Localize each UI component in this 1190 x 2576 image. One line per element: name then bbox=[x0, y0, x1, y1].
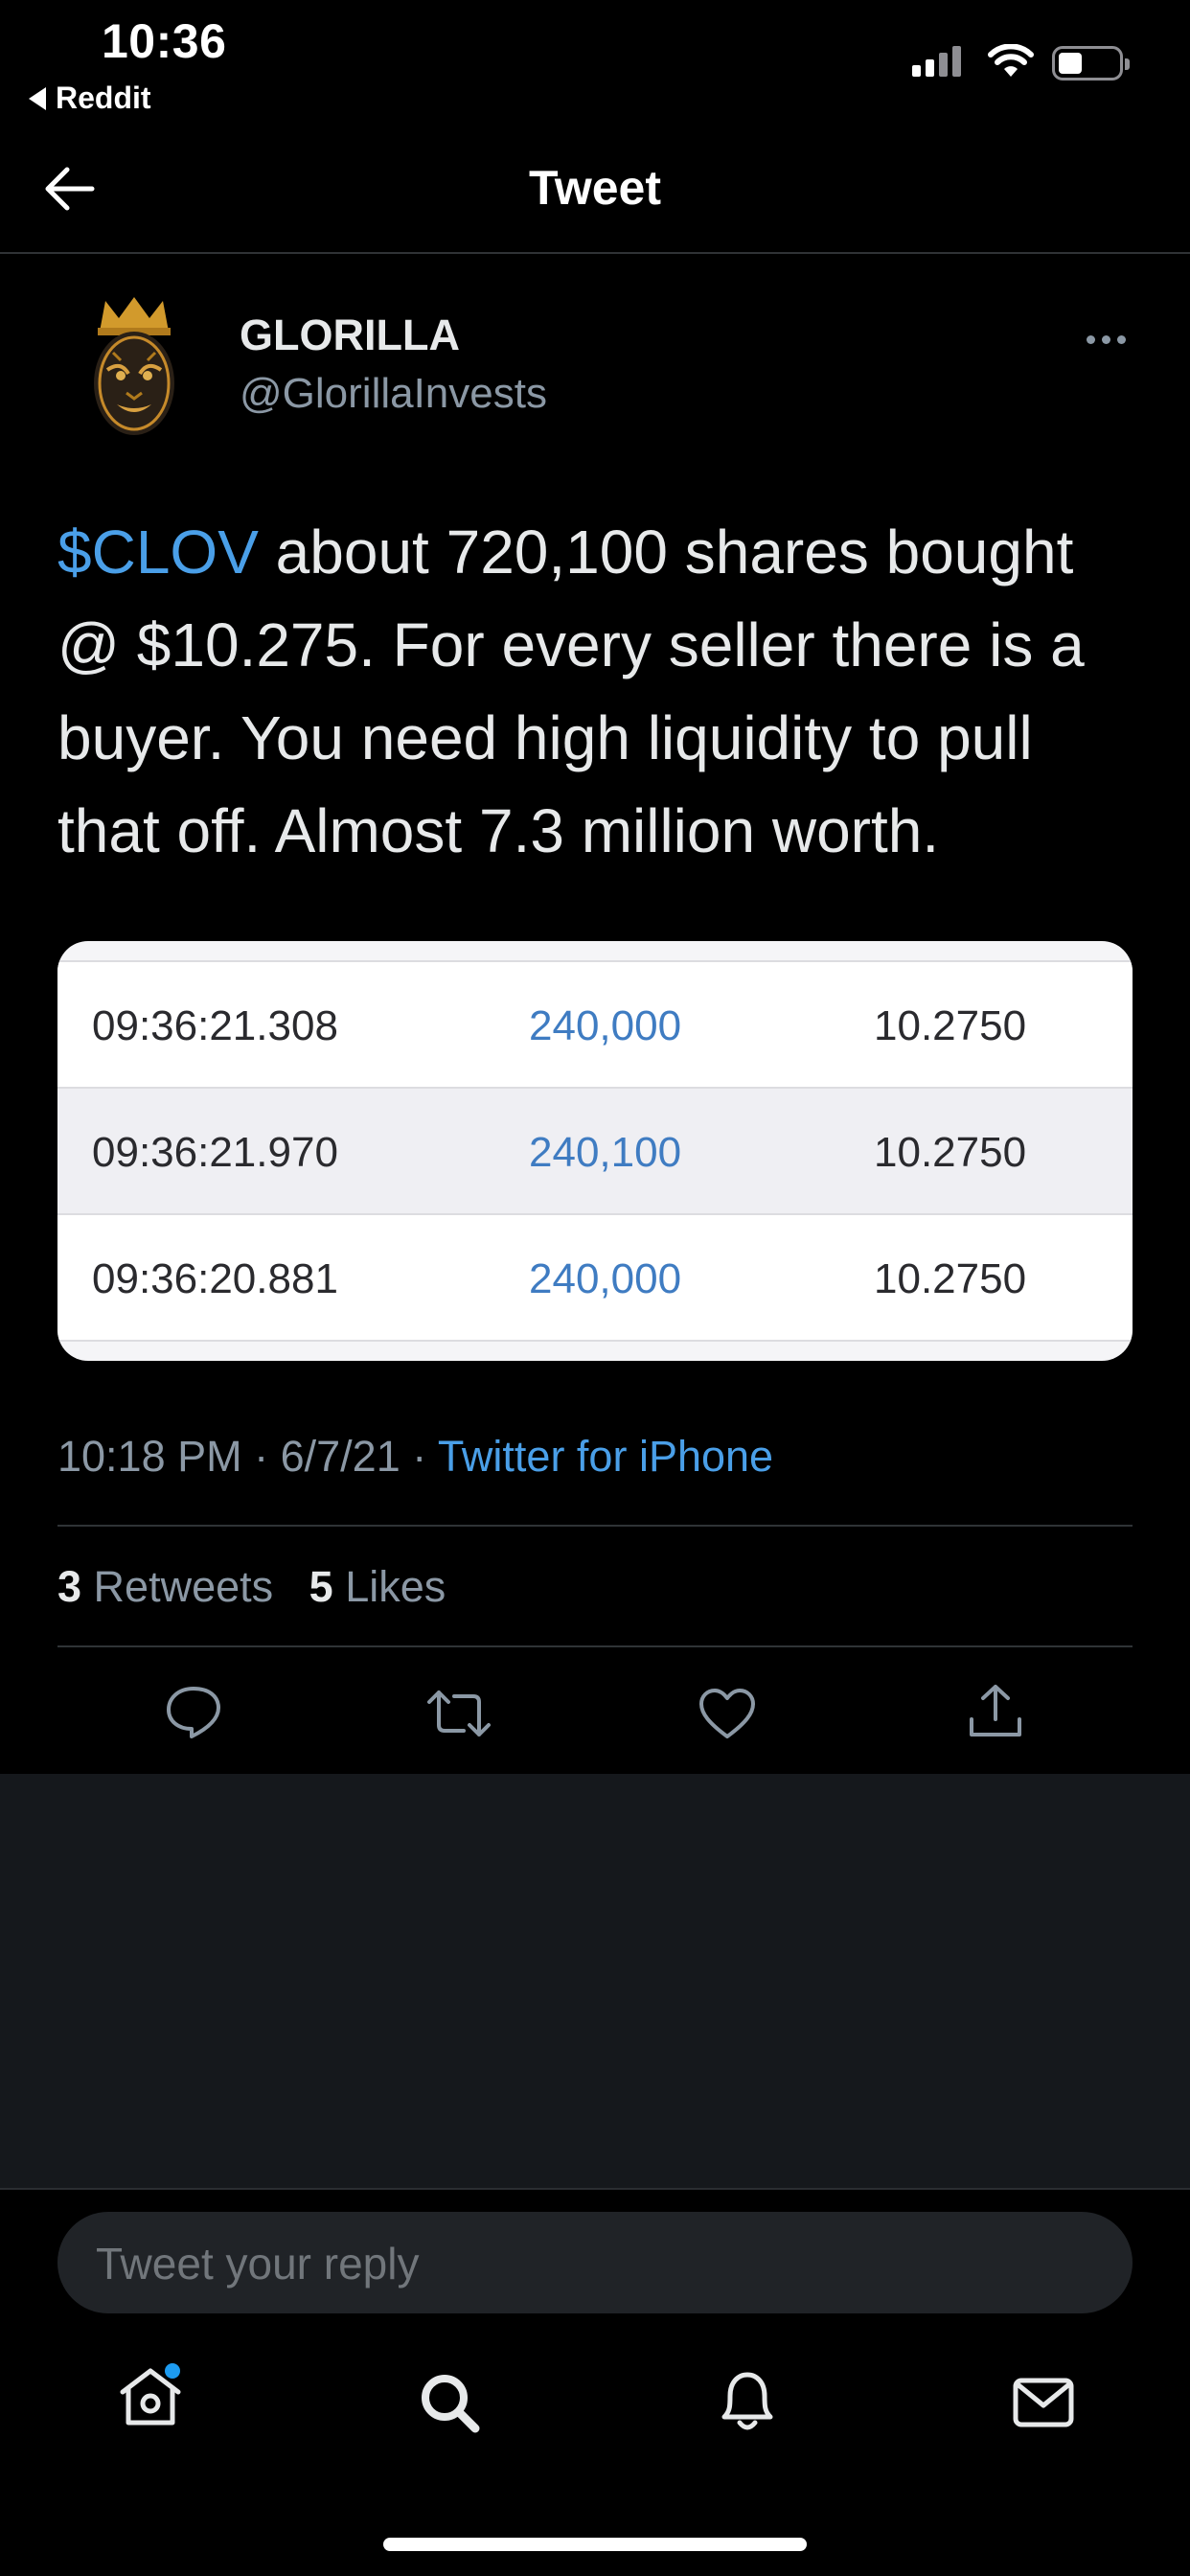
empty-replies-area bbox=[0, 1774, 1190, 2188]
like-icon[interactable] bbox=[698, 1687, 757, 1740]
reply-composer[interactable] bbox=[57, 2212, 1133, 2315]
more-options-icon[interactable] bbox=[1087, 335, 1126, 344]
trade-row: 09:36:21.970 240,100 10.2750 bbox=[57, 1089, 1133, 1213]
trade-shares: 240,000 bbox=[529, 1255, 682, 1302]
wifi-icon bbox=[988, 44, 1034, 77]
trade-price: 10.2750 bbox=[874, 1002, 1027, 1049]
trade-price: 10.2750 bbox=[874, 1129, 1027, 1176]
cashtag-link[interactable]: $CLOV bbox=[57, 518, 259, 586]
trade-row: 09:36:21.308 240,000 10.2750 bbox=[57, 962, 1133, 1087]
retweets-label: Retweets bbox=[93, 1562, 274, 1611]
search-icon[interactable] bbox=[418, 2371, 481, 2434]
retweets-count-link[interactable]: 3 Retweets bbox=[57, 1562, 273, 1611]
trade-time: 09:36:21.970 bbox=[92, 1129, 338, 1176]
retweet-icon[interactable] bbox=[425, 1687, 492, 1740]
tweet-timestamp: 10:18 PM · 6/7/21 · bbox=[57, 1432, 438, 1481]
messages-icon[interactable] bbox=[1012, 2377, 1075, 2428]
battery-icon bbox=[1052, 46, 1130, 80]
counts-divider bbox=[57, 1645, 1133, 1647]
likes-count-link[interactable]: 5 Likes bbox=[309, 1562, 446, 1611]
reply-divider bbox=[0, 2188, 1190, 2190]
back-app-label: Reddit bbox=[56, 80, 151, 115]
home-icon[interactable] bbox=[117, 2363, 184, 2430]
trade-price: 10.2750 bbox=[874, 1255, 1027, 1302]
meta-divider bbox=[57, 1525, 1133, 1527]
home-indicator[interactable] bbox=[383, 2538, 807, 2551]
status-time: 10:36 bbox=[102, 14, 227, 68]
notifications-icon[interactable] bbox=[717, 2367, 778, 2434]
trade-time: 09:36:20.881 bbox=[92, 1255, 338, 1302]
share-icon[interactable] bbox=[966, 1681, 1025, 1740]
reply-icon[interactable] bbox=[165, 1685, 222, 1740]
trade-time: 09:36:21.308 bbox=[92, 1002, 338, 1049]
header-divider bbox=[0, 252, 1190, 254]
tweet-media-image[interactable]: 09:36:21.308 240,000 10.2750 09:36:21.97… bbox=[57, 941, 1133, 1361]
tweet-text: $CLOV about 720,100 shares bought @ $10.… bbox=[57, 506, 1140, 878]
author-handle[interactable]: @GlorillaInvests bbox=[240, 370, 547, 418]
engagement-counts: 3 Retweets 5 Likes bbox=[57, 1562, 446, 1612]
avatar[interactable] bbox=[79, 293, 190, 437]
retweets-count: 3 bbox=[57, 1562, 82, 1611]
likes-label: Likes bbox=[345, 1562, 446, 1611]
back-to-app-link[interactable]: Reddit bbox=[29, 80, 151, 116]
author-name[interactable]: GLORILLA bbox=[240, 310, 460, 360]
trade-shares: 240,100 bbox=[529, 1129, 682, 1176]
trade-row: 09:36:20.881 240,000 10.2750 bbox=[57, 1215, 1133, 1340]
tweet-meta: 10:18 PM · 6/7/21 · Twitter for iPhone bbox=[57, 1432, 773, 1482]
reply-input[interactable] bbox=[94, 2212, 1094, 2315]
page-title: Tweet bbox=[529, 161, 661, 215]
back-triangle-icon bbox=[29, 86, 46, 110]
likes-count: 5 bbox=[309, 1562, 333, 1611]
tweet-source-link[interactable]: Twitter for iPhone bbox=[438, 1432, 773, 1481]
cellular-signal-icon bbox=[912, 46, 961, 77]
trade-shares: 240,000 bbox=[529, 1002, 682, 1049]
